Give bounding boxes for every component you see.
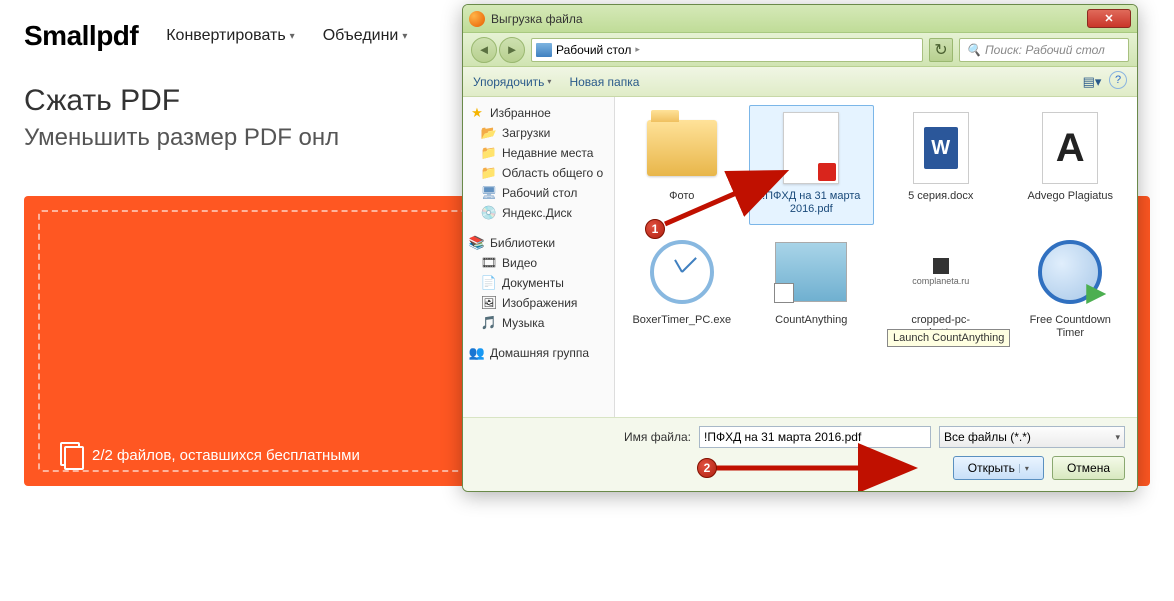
homegroup-icon: 👥 (469, 345, 485, 361)
sidebar-favorites[interactable]: ★Избранное (463, 103, 614, 123)
search-placeholder: Поиск: Рабочий стол (985, 43, 1105, 57)
sidebar-yandex[interactable]: 💿Яндекс.Диск (463, 203, 614, 223)
nav-convert[interactable]: Конвертировать (166, 27, 294, 45)
sidebar-downloads[interactable]: 📂Загрузки (463, 123, 614, 143)
toolbar: Упорядочить Новая папка ▤▾ ? (463, 67, 1137, 97)
folder-icon (647, 120, 717, 176)
clock-icon (1038, 240, 1102, 304)
file-item-pdf[interactable]: !ПФХД на 31 марта 2016.pdf (749, 105, 875, 225)
refresh-button[interactable]: ↻ (929, 38, 953, 62)
file-list: Фото !ПФХД на 31 марта 2016.pdf W 5 сери… (615, 97, 1137, 417)
image-icon: complaneta.ru (905, 242, 977, 302)
filename-input[interactable] (699, 426, 931, 448)
sidebar-videos[interactable]: 🎞Видео (463, 253, 614, 273)
sidebar-public[interactable]: 📁Область общего о (463, 163, 614, 183)
sidebar-documents[interactable]: 📄Документы (463, 273, 614, 293)
star-icon: ★ (469, 105, 485, 121)
tooltip: Launch CountAnything (887, 329, 1010, 347)
nav-merge[interactable]: Объедини (323, 27, 408, 45)
firefox-icon (469, 11, 485, 27)
back-button[interactable]: ◄ (471, 37, 497, 63)
file-filter-select[interactable]: Все файлы (*.*) (939, 426, 1125, 448)
folder-icon: 📁 (481, 145, 497, 161)
files-remaining: 2/2 файлов, оставшихся бесплатными (60, 442, 360, 468)
doc-icon: 📄 (481, 275, 497, 291)
file-item-boxer[interactable]: BoxerTimer_PC.exe (619, 229, 745, 349)
library-icon: 📚 (469, 235, 485, 251)
titlebar: Выгрузка файла ✕ (463, 5, 1137, 33)
file-upload-dialog: Выгрузка файла ✕ ◄ ► Рабочий стол ▸ ↻ 🔍 … (462, 4, 1138, 492)
sidebar-recent[interactable]: 📁Недавние места (463, 143, 614, 163)
disk-icon: 💿 (481, 205, 497, 221)
sidebar-libraries[interactable]: 📚Библиотеки (463, 233, 614, 253)
image-icon: 🖼 (481, 295, 497, 311)
sidebar-pictures[interactable]: 🖼Изображения (463, 293, 614, 313)
sidebar: ★Избранное 📂Загрузки 📁Недавние места 📁Об… (463, 97, 615, 417)
breadcrumb[interactable]: Рабочий стол ▸ (531, 38, 923, 62)
annotation-badge-2: 2 (697, 458, 717, 478)
files-icon (60, 442, 82, 468)
folder-icon: 📁 (481, 165, 497, 181)
sidebar-music[interactable]: 🎵Музыка (463, 313, 614, 333)
address-bar: ◄ ► Рабочий стол ▸ ↻ 🔍 Поиск: Рабочий ст… (463, 33, 1137, 67)
file-item-folder[interactable]: Фото (619, 105, 745, 225)
close-button[interactable]: ✕ (1087, 9, 1131, 28)
folder-icon: 📂 (481, 125, 497, 141)
file-item-advego[interactable]: A Advego Plagiatus (1008, 105, 1134, 225)
desktop-icon: 🖥 (481, 185, 497, 201)
file-item-countanything[interactable]: CountAnything (749, 229, 875, 349)
annotation-badge-1: 1 (645, 219, 665, 239)
pdf-icon (783, 112, 839, 184)
files-remaining-text: 2/2 файлов, оставшихся бесплатными (92, 447, 360, 464)
new-folder-button[interactable]: Новая папка (569, 75, 639, 89)
forward-button[interactable]: ► (499, 37, 525, 63)
music-icon: 🎵 (481, 315, 497, 331)
breadcrumb-text: Рабочий стол (556, 43, 631, 57)
sidebar-homegroup[interactable]: 👥Домашняя группа (463, 343, 614, 363)
cancel-button[interactable]: Отмена (1052, 456, 1125, 480)
word-icon: W (913, 112, 969, 184)
search-input[interactable]: 🔍 Поиск: Рабочий стол (959, 38, 1129, 62)
dialog-title: Выгрузка файла (491, 12, 1087, 26)
video-icon: 🎞 (481, 255, 497, 271)
dialog-footer: Имя файла: Все файлы (*.*) Открыть Отмен… (463, 417, 1137, 492)
file-item-countdown[interactable]: Free Countdown Timer (1008, 229, 1134, 349)
help-button[interactable]: ? (1109, 71, 1127, 89)
sidebar-desktop[interactable]: 🖥Рабочий стол (463, 183, 614, 203)
desktop-icon (536, 43, 552, 57)
organize-menu[interactable]: Упорядочить (473, 75, 551, 89)
open-button[interactable]: Открыть (953, 456, 1044, 480)
shortcut-icon (775, 242, 847, 302)
app-icon: A (1042, 112, 1098, 184)
filename-label: Имя файла: (624, 430, 691, 444)
logo: Smallpdf (24, 20, 138, 52)
file-item-word[interactable]: W 5 серия.docx (878, 105, 1004, 225)
search-icon: 🔍 (966, 43, 981, 57)
clock-icon (650, 240, 714, 304)
view-menu[interactable]: ▤▾ (1081, 71, 1103, 93)
